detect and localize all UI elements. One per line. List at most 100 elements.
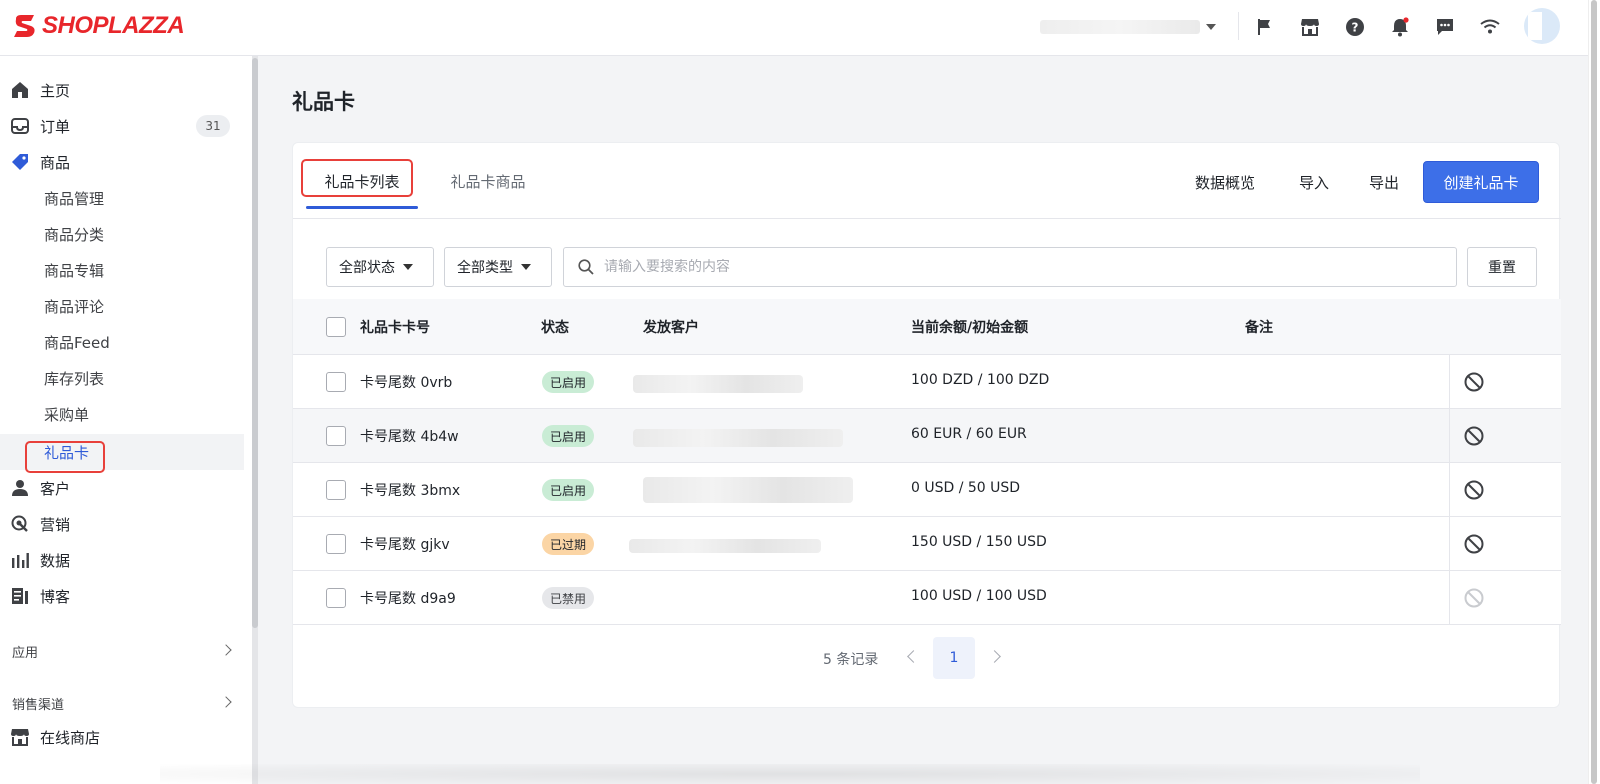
create-gift-card-button[interactable]: 创建礼品卡 (1423, 161, 1539, 203)
customer-redacted (629, 539, 821, 553)
table-row[interactable]: 卡号尾数 0vrb 已启用 100 DZD / 100 DZD (293, 355, 1561, 409)
sidebar-item-home[interactable]: 主页 (0, 72, 244, 108)
chevron-down-icon (1206, 24, 1216, 30)
status-filter[interactable]: 全部状态 (326, 247, 434, 287)
chevron-right-icon[interactable] (220, 644, 232, 656)
sidebar-item-customers[interactable]: 客户 (0, 470, 244, 506)
row-checkbox[interactable] (326, 372, 346, 392)
chevron-right-icon[interactable] (988, 650, 1001, 663)
topbar-divider (1238, 12, 1239, 40)
chevron-right-icon[interactable] (220, 696, 232, 708)
row-checkbox[interactable] (326, 480, 346, 500)
card-number[interactable]: 卡号尾数 3bmx (360, 480, 460, 500)
sidebar-item-label: 客户 (40, 479, 71, 498)
sidebar-item-label: 主页 (40, 81, 71, 100)
customer-redacted (633, 375, 803, 393)
sidebar-item-label: 采购单 (44, 405, 90, 424)
disable-icon[interactable] (1463, 371, 1485, 393)
bell-icon[interactable] (1389, 16, 1411, 38)
balance-amount: 150 USD / 150 USD (911, 534, 1047, 550)
column-header-customer: 发放客户 (643, 320, 699, 336)
sidebar-item-label: 在线商店 (40, 728, 101, 747)
column-divider (1449, 517, 1450, 571)
export-button[interactable]: 导出 (1369, 167, 1399, 197)
tab-gift-card-products[interactable]: 礼品卡商品 (443, 161, 533, 201)
card-number[interactable]: 卡号尾数 gjkv (360, 534, 450, 554)
sidebar-item-inventory[interactable]: 库存列表 (0, 360, 244, 396)
sidebar-item-marketing[interactable]: 营销 (0, 506, 244, 542)
card-number[interactable]: 卡号尾数 0vrb (360, 372, 452, 392)
help-icon[interactable]: ? (1344, 16, 1366, 38)
sidebar-item-product-collection[interactable]: 商品专辑 (0, 252, 244, 288)
column-divider (1449, 355, 1450, 409)
store-icon[interactable] (1299, 16, 1321, 38)
orders-count-badge: 31 (196, 115, 230, 137)
sidebar-item-product-reviews[interactable]: 商品评论 (0, 288, 244, 324)
card-number[interactable]: 卡号尾数 4b4w (360, 426, 459, 446)
column-header-note: 备注 (1245, 320, 1273, 336)
store-selector[interactable] (1040, 16, 1220, 38)
sidebar-item-label: 商品专辑 (44, 261, 105, 280)
sidebar-item-blog[interactable]: 博客 (0, 578, 244, 614)
import-button[interactable]: 导入 (1299, 167, 1329, 197)
table-row[interactable]: 卡号尾数 d9a9 已禁用 100 USD / 100 USD (293, 571, 1561, 625)
table-row[interactable]: 卡号尾数 gjkv 已过期 150 USD / 150 USD (293, 517, 1561, 571)
avatar[interactable] (1524, 8, 1560, 44)
status-badge: 已启用 (542, 371, 595, 393)
column-header-balance: 当前余额/初始金额 (911, 320, 1029, 336)
sidebar-item-label: 博客 (40, 587, 71, 606)
row-checkbox[interactable] (326, 534, 346, 554)
disable-icon[interactable] (1463, 479, 1485, 501)
data-overview-button[interactable]: 数据概览 (1195, 167, 1255, 197)
sidebar-item-product-feed[interactable]: 商品Feed (0, 324, 244, 360)
sidebar-scrollbar[interactable] (252, 58, 258, 628)
balance-amount: 0 USD / 50 USD (911, 480, 1021, 496)
sidebar-item-products[interactable]: 商品 (0, 144, 244, 180)
search-input[interactable] (604, 259, 1424, 275)
disable-icon[interactable] (1463, 533, 1485, 555)
select-all-checkbox[interactable] (326, 317, 346, 337)
brand-logo[interactable]: SHOPLAZZA (12, 12, 185, 40)
message-icon[interactable] (1434, 16, 1456, 38)
page-scrollbar[interactable] (1591, 0, 1597, 784)
store-icon (10, 727, 30, 747)
status-filter-value: 全部状态 (339, 260, 395, 276)
reset-button[interactable]: 重置 (1467, 247, 1537, 287)
wifi-icon[interactable] (1479, 16, 1501, 38)
disable-icon (1464, 588, 1484, 608)
sidebar-item-label: 营销 (40, 515, 71, 534)
disable-icon[interactable] (1463, 425, 1485, 447)
row-checkbox[interactable] (326, 426, 346, 446)
page-number-button[interactable]: 1 (933, 637, 975, 679)
active-tab-indicator (306, 206, 418, 209)
sidebar-item-product-management[interactable]: 商品管理 (0, 180, 244, 216)
row-checkbox[interactable] (326, 588, 346, 608)
search-icon (578, 259, 594, 275)
chevron-left-icon[interactable] (907, 650, 920, 663)
status-badge: 已过期 (542, 533, 595, 555)
card-number[interactable]: 卡号尾数 d9a9 (360, 588, 456, 608)
sidebar-item-label: 库存列表 (44, 369, 105, 388)
sidebar-section-apps[interactable]: 应用 (12, 642, 38, 661)
search-field[interactable] (563, 247, 1457, 287)
sidebar-item-label: 数据 (40, 551, 71, 570)
chevron-down-icon (403, 264, 413, 270)
sidebar-item-label: 商品分类 (44, 225, 105, 244)
sidebar-item-online-store[interactable]: 在线商店 (0, 719, 244, 755)
table-row[interactable]: 卡号尾数 3bmx 已启用 0 USD / 50 USD (293, 463, 1561, 517)
sidebar-item-product-category[interactable]: 商品分类 (0, 216, 244, 252)
sidebar-item-purchase-orders[interactable]: 采购单 (0, 396, 244, 432)
page-title: 礼品卡 (292, 90, 355, 114)
user-icon (10, 478, 30, 498)
blog-icon (10, 586, 30, 606)
sidebar-item-orders[interactable]: 订单 31 (0, 108, 244, 144)
flag-icon[interactable] (1254, 16, 1276, 38)
table-row[interactable]: 卡号尾数 4b4w 已启用 60 EUR / 60 EUR (293, 409, 1561, 463)
sidebar-item-analytics[interactable]: 数据 (0, 542, 244, 578)
sidebar-section-sales-channels[interactable]: 销售渠道 (12, 694, 64, 713)
status-badge: 已启用 (542, 425, 595, 447)
column-header-status: 状态 (541, 320, 569, 336)
balance-amount: 100 USD / 100 USD (911, 588, 1047, 604)
record-count: 5 条记录 (823, 652, 879, 668)
type-filter[interactable]: 全部类型 (444, 247, 552, 287)
